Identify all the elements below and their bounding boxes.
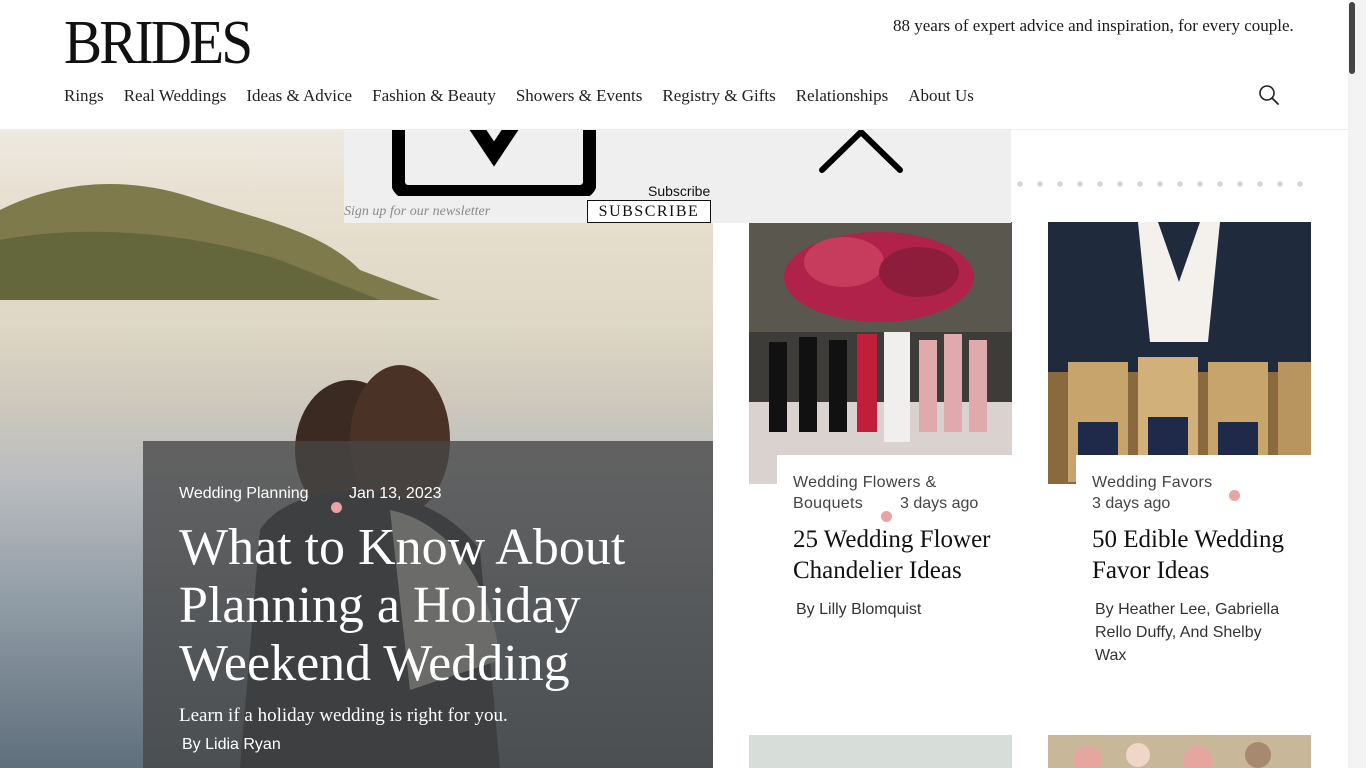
card-photo-favors — [1048, 222, 1311, 484]
hero-category[interactable]: Wedding Planning — [179, 485, 309, 503]
card-body: Wedding Favors 3 days ago 50 Edible Wedd… — [1076, 455, 1311, 667]
card-date: 3 days ago — [1092, 495, 1171, 512]
hero-byline[interactable]: By Lidia Ryan — [182, 736, 281, 754]
hero-date: Jan 13, 2023 — [349, 485, 442, 502]
article-card[interactable]: Wedding Flowers & Bouquets 3 days ago 25… — [749, 222, 1012, 692]
card-photo-next-2[interactable] — [1048, 735, 1311, 768]
card-category[interactable]: Wedding Favors — [1092, 472, 1295, 493]
hero-dek: Learn if a holiday wedding is right for … — [179, 705, 508, 726]
card-separator-dot — [1229, 490, 1240, 501]
scrollbar-thumb[interactable] — [1349, 2, 1355, 74]
subscribe-label: Subscribe — [648, 183, 711, 199]
chevron-up-icon[interactable] — [818, 124, 904, 176]
card-body: Wedding Flowers & Bouquets 3 days ago 25… — [777, 455, 1012, 621]
subscribe-button[interactable]: SUBSCRIBE — [587, 200, 711, 223]
nav-item-registry-gifts[interactable]: Registry & Gifts — [662, 86, 775, 106]
hero-separator-dot — [331, 502, 342, 513]
nav-item-ideas-advice[interactable]: Ideas & Advice — [246, 86, 352, 106]
card-byline[interactable]: By Lilly Blomquist — [793, 598, 996, 621]
card-photo-flowers — [749, 222, 1012, 484]
card-byline[interactable]: By Heather Lee, Gabriella Rello Duffy, A… — [1092, 598, 1295, 667]
card-title[interactable]: 50 Edible Wedding Favor Ideas — [1092, 524, 1295, 586]
brides-logo[interactable]: BRIDES — [64, 12, 253, 74]
hero-feature[interactable]: Wedding Planning Jan 13, 2023 What to Kn… — [0, 130, 713, 768]
nav-item-showers-events[interactable]: Showers & Events — [516, 86, 643, 106]
nav-item-fashion-beauty[interactable]: Fashion & Beauty — [372, 86, 496, 106]
article-card[interactable]: Wedding Favors 3 days ago 50 Edible Wedd… — [1048, 222, 1311, 692]
site-tagline: 88 years of expert advice and inspiratio… — [893, 16, 1294, 35]
search-icon[interactable] — [1258, 84, 1280, 106]
nav-item-relationships[interactable]: Relationships — [796, 86, 889, 106]
nav-item-rings[interactable]: Rings — [64, 86, 104, 106]
card-separator-dot — [881, 511, 892, 522]
card-photo-next-1[interactable] — [749, 735, 1012, 768]
nav-item-about-us[interactable]: About Us — [908, 86, 974, 106]
newsletter-email-input[interactable] — [344, 201, 584, 223]
main-nav: Rings Real Weddings Ideas & Advice Fashi… — [64, 86, 994, 106]
hero-card: Wedding Planning Jan 13, 2023 What to Kn… — [143, 441, 713, 768]
card-title[interactable]: 25 Wedding Flower Chandelier Ideas — [793, 524, 996, 586]
site-header: BRIDES 88 years of expert advice and ins… — [0, 0, 1348, 130]
page-scrollbar[interactable] — [1348, 0, 1366, 768]
nav-item-real-weddings[interactable]: Real Weddings — [124, 86, 227, 106]
hero-title[interactable]: What to Know About Planning a Holiday We… — [179, 519, 679, 693]
card-date: 3 days ago — [900, 495, 979, 512]
dotted-divider — [1010, 180, 1310, 188]
